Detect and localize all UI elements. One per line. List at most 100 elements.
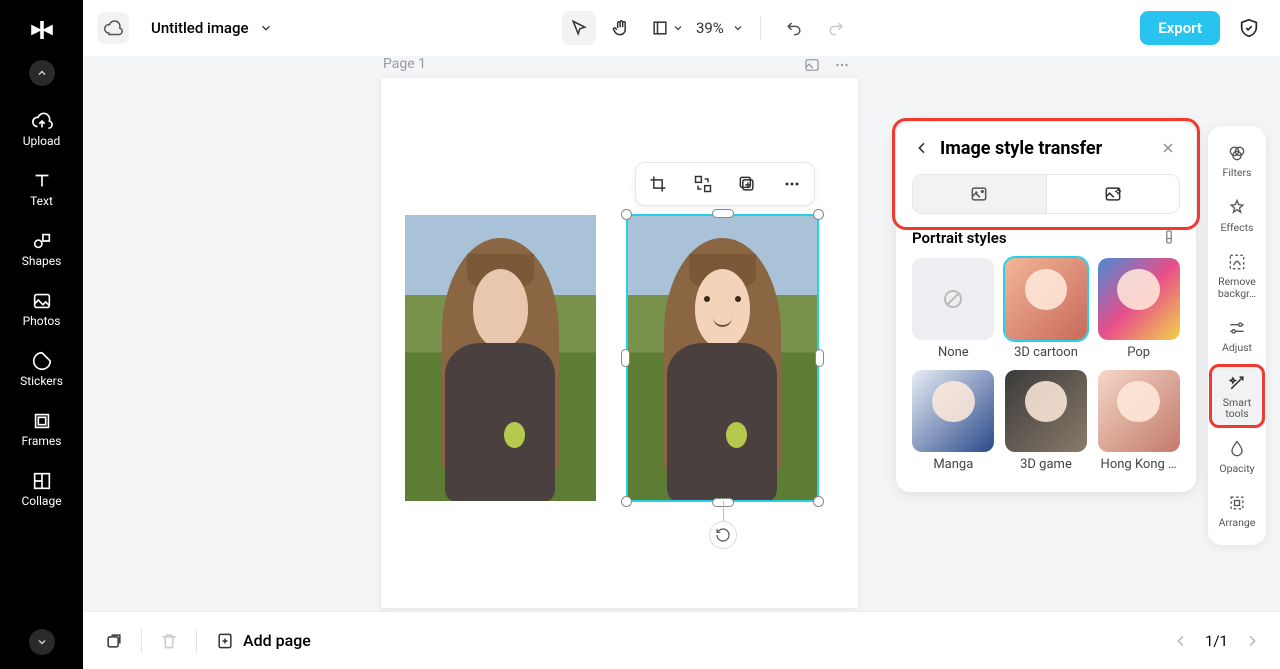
rail-label: Stickers: [20, 374, 63, 388]
prev-page-button[interactable]: [1167, 627, 1195, 655]
next-page-button[interactable]: [1238, 627, 1266, 655]
bottombar: Add page 1/1: [83, 611, 1280, 669]
rail-label: Photos: [23, 314, 61, 328]
zoom-control[interactable]: 39%: [696, 19, 744, 37]
page-thumbnail-icon[interactable]: [803, 56, 821, 74]
hand-tool[interactable]: [604, 11, 638, 45]
filters-icon: [1226, 142, 1248, 164]
shapes-icon: [31, 230, 53, 252]
panel-close-button[interactable]: [1156, 136, 1180, 160]
rr-arrange[interactable]: Arrange: [1211, 486, 1263, 535]
panel-back-button[interactable]: [912, 138, 932, 158]
select-tool[interactable]: [562, 11, 596, 45]
style-none[interactable]: None: [912, 258, 995, 360]
rr-label: Smart tools: [1211, 397, 1263, 420]
style-hong-kong[interactable]: Hong Kong …: [1097, 370, 1180, 472]
bottombar-right: 1/1: [1167, 627, 1266, 655]
page-indicator: 1/1: [1205, 632, 1228, 650]
export-button[interactable]: Export: [1140, 11, 1220, 45]
rail-collapse-button[interactable]: [29, 60, 55, 86]
style-3d-cartoon[interactable]: 3D cartoon: [1005, 258, 1088, 360]
resize-handle-tl[interactable]: [621, 209, 632, 220]
style-label: Hong Kong …: [1101, 457, 1177, 472]
ctx-group-button[interactable]: [731, 168, 763, 200]
rail-shapes[interactable]: Shapes: [0, 222, 83, 276]
ctx-crop-button[interactable]: [642, 168, 674, 200]
rr-effects[interactable]: Effects: [1211, 191, 1263, 240]
resize-handle-tr[interactable]: [813, 209, 824, 220]
right-rail: Filters Effects Remove backgr… Adjust Sm…: [1208, 126, 1266, 545]
delete-button[interactable]: [152, 624, 186, 658]
rail-text[interactable]: Text: [0, 162, 83, 216]
photos-icon: [31, 290, 53, 312]
tab-style-presets[interactable]: [913, 175, 1047, 213]
redo-button[interactable]: [819, 11, 853, 45]
ctx-replace-button[interactable]: [687, 168, 719, 200]
rotate-handle[interactable]: [709, 521, 737, 549]
resize-handle-br[interactable]: [813, 496, 824, 507]
thumb-manga: [912, 370, 994, 452]
original-image[interactable]: [405, 215, 596, 501]
style-manga[interactable]: Manga: [912, 370, 995, 472]
rail-label: Frames: [22, 434, 62, 448]
style-grid: None 3D cartoon Pop Manga 3D game: [912, 258, 1180, 472]
resize-handle-bl[interactable]: [621, 496, 632, 507]
workspace[interactable]: Page 1: [83, 56, 1280, 611]
context-toolbar: [635, 162, 815, 206]
crop-dropdown[interactable]: [646, 11, 688, 45]
separator: [760, 16, 761, 40]
panel-tabs: [912, 174, 1180, 214]
resize-handle-t[interactable]: [712, 209, 734, 218]
style-label: Pop: [1127, 345, 1150, 360]
smart-tools-icon: [1226, 372, 1248, 394]
resize-handle-l[interactable]: [621, 349, 630, 367]
rail-more-button[interactable]: [29, 629, 55, 655]
rail-photos[interactable]: Photos: [0, 282, 83, 336]
cloud-sync-button[interactable]: [97, 12, 129, 44]
resize-handle-r[interactable]: [815, 349, 824, 367]
app-logo[interactable]: [22, 10, 62, 50]
rail-frames[interactable]: Frames: [0, 402, 83, 456]
rr-label: Filters: [1223, 167, 1252, 179]
layers-button[interactable]: [97, 624, 131, 658]
thumb-hong-kong: [1098, 370, 1180, 452]
separator: [141, 629, 142, 653]
tab-reference-image[interactable]: [1047, 175, 1180, 213]
left-rail: Upload Text Shapes Photos Stickers Frame…: [0, 0, 83, 669]
intensity-button[interactable]: [1160, 228, 1180, 248]
adjust-icon: [1226, 317, 1248, 339]
add-page-button[interactable]: Add page: [207, 625, 319, 657]
page-more-icon[interactable]: [833, 56, 851, 74]
rail-upload[interactable]: Upload: [0, 102, 83, 156]
panel-title: Image style transfer: [940, 138, 1148, 159]
export-label: Export: [1158, 19, 1202, 37]
rr-smart-tools[interactable]: Smart tools: [1211, 366, 1263, 426]
frames-icon: [31, 410, 53, 432]
rail-collage[interactable]: Collage: [0, 462, 83, 516]
ctx-more-button[interactable]: [776, 168, 808, 200]
zoom-value: 39%: [696, 19, 724, 37]
thumb-pop: [1098, 258, 1180, 340]
rr-filters[interactable]: Filters: [1211, 136, 1263, 185]
undo-button[interactable]: [777, 11, 811, 45]
rr-remove-bg[interactable]: Remove backgr…: [1211, 245, 1263, 305]
selected-image-wrap[interactable]: [627, 215, 818, 501]
rr-label: Opacity: [1219, 463, 1254, 475]
thumb-none: [912, 258, 994, 340]
document-title-button[interactable]: Untitled image: [139, 11, 285, 45]
style-3d-game[interactable]: 3D game: [1005, 370, 1088, 472]
section-title: Portrait styles: [912, 229, 1007, 247]
main-area: Untitled image 39%: [83, 0, 1280, 669]
page-actions: [803, 56, 851, 74]
rr-adjust[interactable]: Adjust: [1211, 311, 1263, 360]
style-label: None: [938, 345, 969, 360]
rail-label: Text: [30, 194, 53, 208]
stylized-image[interactable]: [627, 215, 818, 501]
style-pop[interactable]: Pop: [1097, 258, 1180, 360]
opacity-icon: [1226, 438, 1248, 460]
center-tools: 39%: [562, 11, 853, 45]
rail-stickers[interactable]: Stickers: [0, 342, 83, 396]
shield-button[interactable]: [1232, 11, 1266, 45]
rr-label: Adjust: [1222, 342, 1252, 354]
rr-opacity[interactable]: Opacity: [1211, 432, 1263, 481]
